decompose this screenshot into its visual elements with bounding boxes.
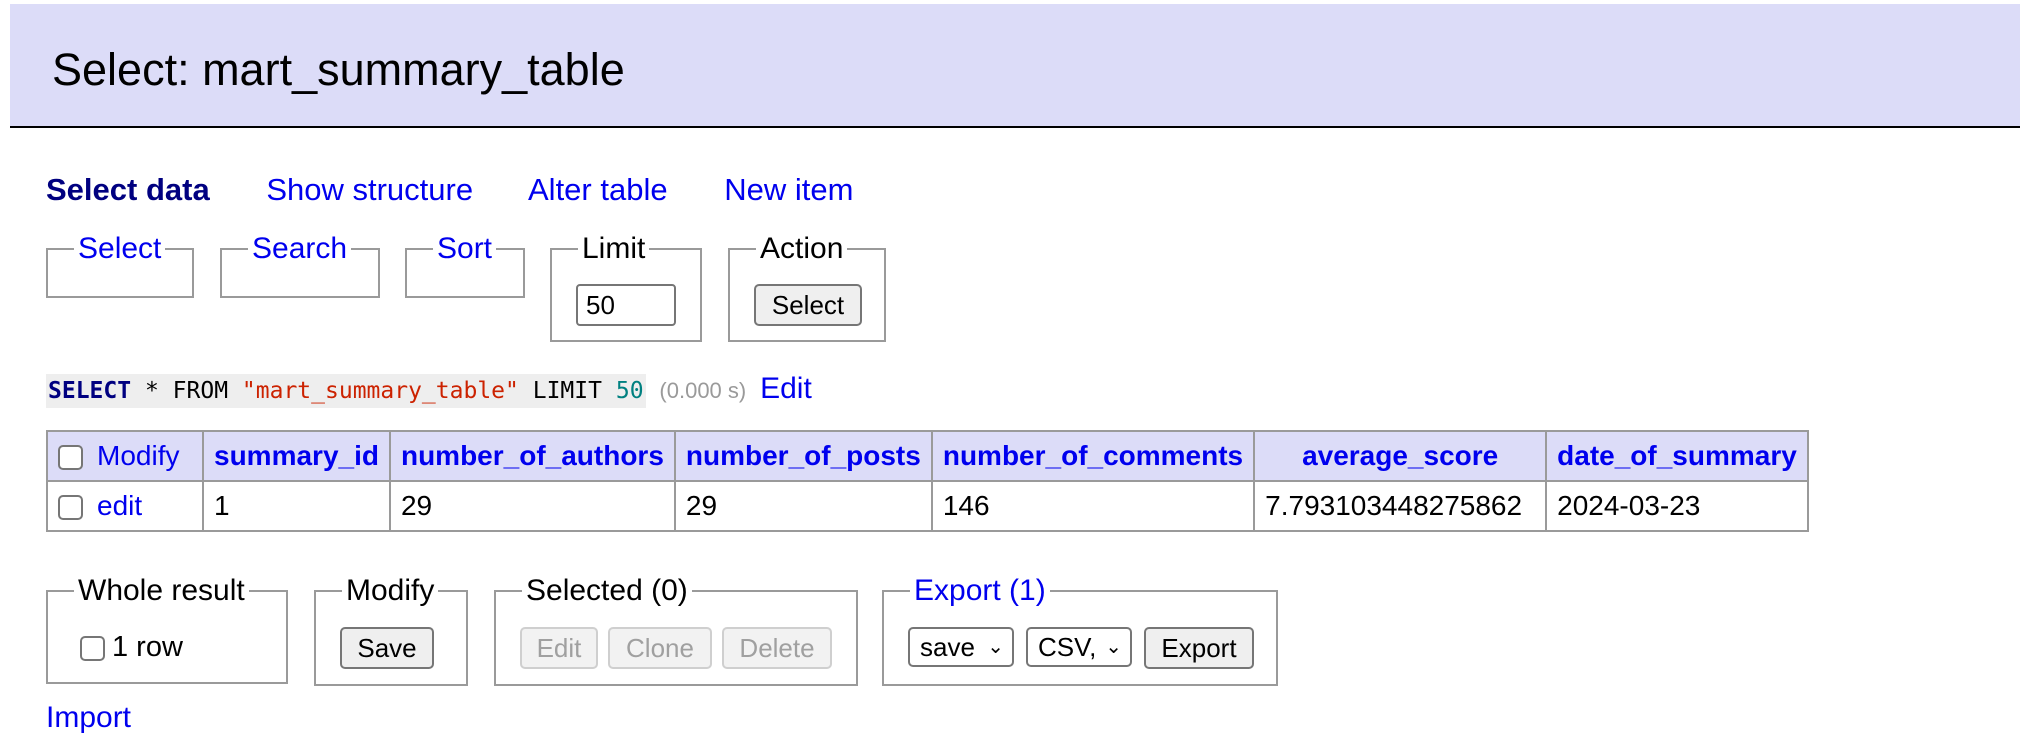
output-select[interactable]: save ⌄: [908, 627, 1014, 667]
column-header-summary-id[interactable]: summary_id: [202, 430, 391, 482]
search-fieldset: Search: [220, 232, 380, 298]
modify-link[interactable]: Modify: [97, 440, 179, 471]
modify-legend: Modify: [346, 574, 435, 607]
column-header-date-of-summary[interactable]: date_of_summary: [1545, 430, 1809, 482]
result-table: Modify summary_id number_of_authors numb…: [46, 430, 1809, 532]
column-header-number-of-posts[interactable]: number_of_posts: [673, 430, 933, 482]
edit-selected-button[interactable]: Edit: [520, 627, 598, 669]
select-button[interactable]: Select: [754, 284, 862, 326]
cell-number-of-authors: 29: [388, 480, 676, 532]
sql-query: SELECT * FROM "mart_summary_table" LIMIT…: [46, 372, 812, 408]
whole-result-legend: Whole result: [78, 574, 245, 607]
select-fieldset: Select: [46, 232, 194, 298]
sort-fieldset: Sort: [405, 232, 525, 298]
page-header: Select: mart_summary_table: [10, 4, 2020, 128]
tab-select-data: Select data: [46, 172, 210, 207]
column-header-number-of-comments[interactable]: number_of_comments: [930, 430, 1256, 482]
action-legend: Action: [760, 232, 844, 265]
save-button[interactable]: Save: [340, 627, 434, 669]
table-header-row: Modify summary_id number_of_authors numb…: [46, 430, 1809, 482]
delete-button[interactable]: Delete: [722, 627, 832, 669]
limit-legend: Limit: [582, 232, 646, 265]
cell-date-of-summary: 2024-03-23: [1545, 480, 1809, 532]
tab-show-structure[interactable]: Show structure: [266, 172, 473, 207]
cell-average-score: 7.793103448275862: [1253, 480, 1548, 532]
format-select[interactable]: CSV, ⌄: [1026, 627, 1132, 667]
search-link[interactable]: Search: [252, 232, 347, 265]
whole-result-checkbox[interactable]: [80, 636, 105, 661]
limit-input[interactable]: [576, 284, 676, 326]
clone-button[interactable]: Clone: [608, 627, 712, 669]
import-link[interactable]: Import: [46, 700, 131, 736]
sql-code: SELECT * FROM "mart_summary_table" LIMIT…: [46, 374, 646, 408]
selected-legend: Selected (0): [526, 574, 688, 607]
column-header-number-of-authors[interactable]: number_of_authors: [388, 430, 676, 482]
cell-number-of-posts: 29: [673, 480, 933, 532]
cell-number-of-comments: 146: [930, 480, 1256, 532]
chevron-down-icon: ⌄: [987, 636, 1004, 658]
sort-link[interactable]: Sort: [437, 232, 492, 265]
tab-alter-table[interactable]: Alter table: [528, 172, 668, 207]
column-header-average-score[interactable]: average_score: [1253, 430, 1548, 482]
select-all-checkbox[interactable]: [58, 445, 83, 471]
cell-summary-id: 1: [202, 480, 391, 532]
edit-query-link[interactable]: Edit: [760, 372, 812, 405]
chevron-down-icon: ⌄: [1105, 636, 1122, 658]
whole-result-label: 1 row: [112, 631, 183, 663]
table-row: edit 1 29 29 146 7.793103448275862 2024-…: [46, 480, 1809, 532]
row-select-cell: edit: [46, 480, 204, 532]
page-title: Select: mart_summary_table: [52, 44, 625, 95]
modify-column-header: Modify: [46, 430, 204, 482]
table-tabs: Select data Show structure Alter table N…: [46, 170, 901, 210]
query-time: (0.000 s): [659, 378, 747, 403]
tab-new-item[interactable]: New item: [724, 172, 853, 207]
export-button[interactable]: Export: [1144, 627, 1254, 669]
row-edit-link[interactable]: edit: [97, 490, 142, 521]
row-checkbox[interactable]: [58, 495, 83, 521]
export-link[interactable]: Export (1): [914, 574, 1046, 607]
select-columns-link[interactable]: Select: [78, 232, 161, 265]
